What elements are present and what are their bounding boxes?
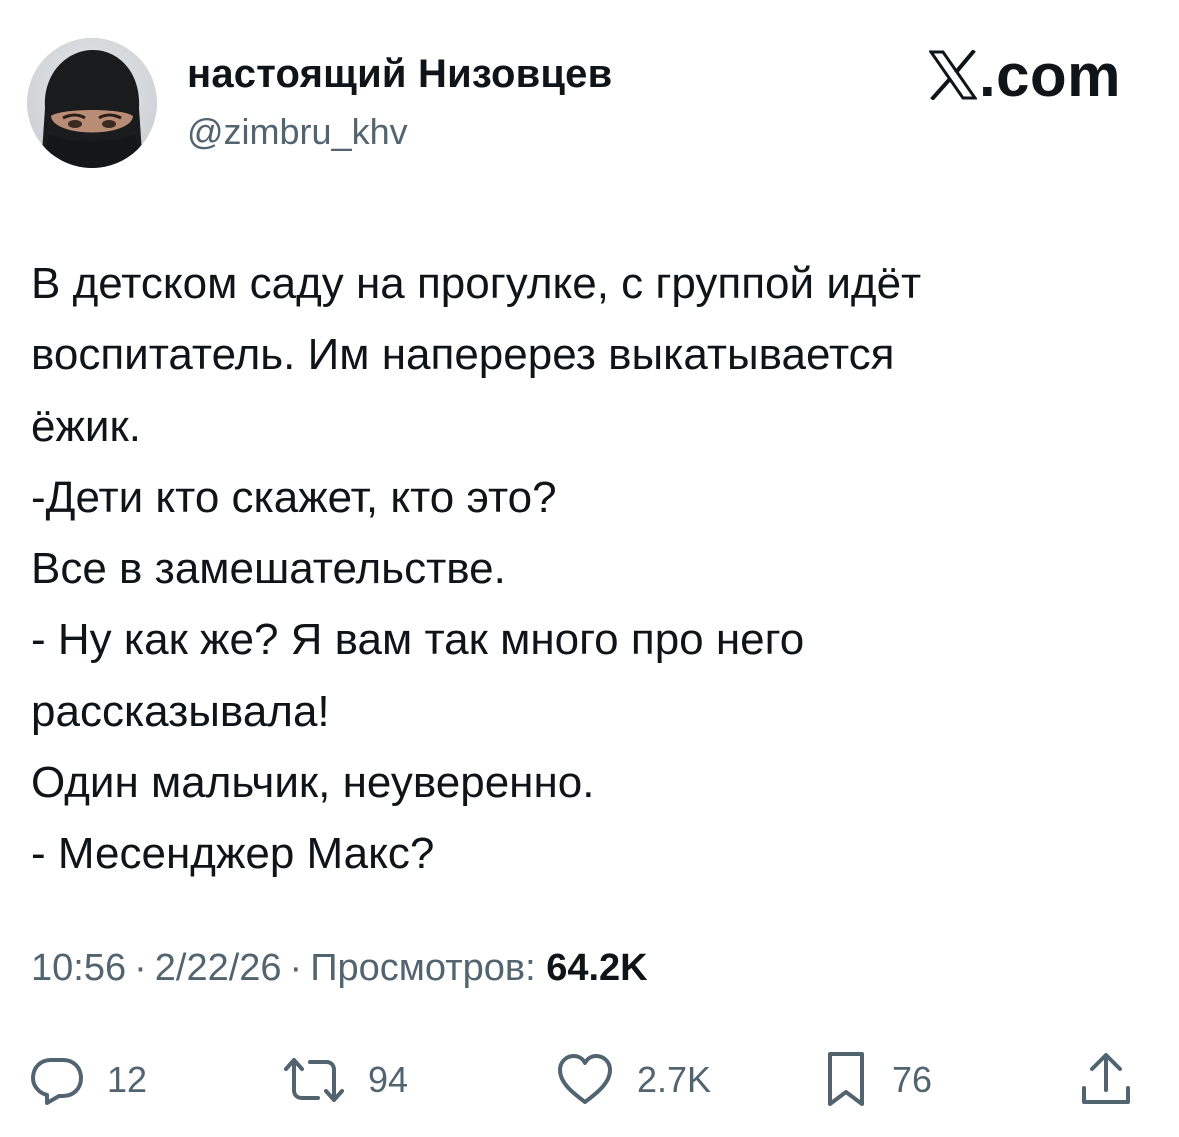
brand-suffix: .com (978, 42, 1121, 109)
tweet-card: настоящий Низовцев @zimbru_khv .com В де… (0, 0, 1179, 1137)
share-button[interactable] (1080, 1040, 1132, 1120)
avatar-image (27, 38, 157, 168)
brand-logo: .com (928, 42, 1121, 109)
repost-icon (282, 1052, 346, 1108)
like-button[interactable]: 2.7K (555, 1040, 711, 1120)
repost-button[interactable]: 94 (282, 1040, 408, 1120)
reply-icon (29, 1052, 85, 1108)
reply-button[interactable]: 12 (29, 1040, 147, 1120)
tweet-text-line: рассказывала! (31, 686, 330, 736)
reply-count: 12 (107, 1059, 148, 1100)
like-count: 2.7K (637, 1059, 712, 1100)
avatar[interactable] (27, 38, 157, 168)
tweet-text: В детском саду на прогулке, с группой ид… (31, 248, 1151, 890)
bookmark-icon (822, 1050, 870, 1110)
meta-separator: · (289, 947, 303, 989)
bookmark-count: 76 (892, 1059, 933, 1100)
tweet-text-line: ёжик. (31, 401, 141, 451)
tweet-time[interactable]: 10:56 (31, 947, 126, 989)
x-logo-icon (928, 50, 977, 100)
tweet-text-line: воспитатель. Им наперерез выкатывается (31, 330, 895, 380)
views-count: 64.2K (546, 947, 648, 989)
author-handle[interactable]: @zimbru_khv (187, 112, 408, 152)
tweet-text-line: Один мальчик, неуверенно. (31, 758, 595, 808)
meta-separator: · (134, 947, 147, 989)
repost-count: 94 (368, 1059, 409, 1100)
action-bar: 12 94 2.7K 76 (0, 1040, 1179, 1120)
tweet-text-line: Все в замешательстве. (31, 544, 506, 594)
tweet-date[interactable]: 2/22/26 (155, 947, 282, 989)
tweet-meta: 10:56 · 2/22/26 · Просмотров: 64.2K (31, 946, 648, 992)
author-name[interactable]: настоящий Низовцев (187, 52, 612, 96)
tweet-text-line: - Месенджер Макс? (31, 829, 435, 879)
views-label: Просмотров: (310, 947, 536, 989)
tweet-text-line: -Дети кто скажет, кто это? (31, 472, 557, 522)
share-icon (1080, 1050, 1132, 1110)
heart-icon (555, 1052, 615, 1108)
tweet-text-line: В детском саду на прогулке, с группой ид… (31, 259, 922, 308)
bookmark-button[interactable]: 76 (822, 1040, 932, 1120)
tweet-text-line: - Ну как же? Я вам так много про него (31, 615, 805, 665)
